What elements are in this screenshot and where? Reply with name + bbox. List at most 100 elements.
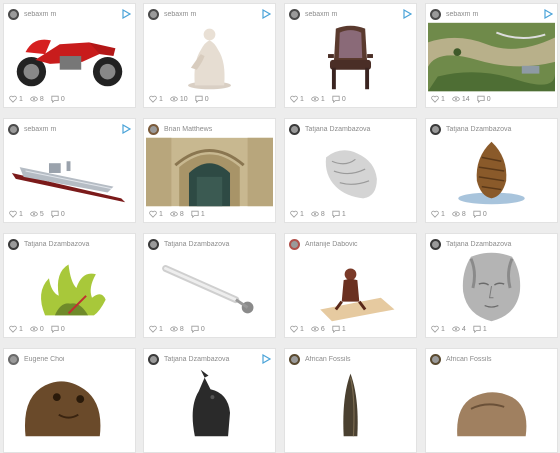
author-name[interactable]: African Fossils [305, 356, 402, 363]
comments-stat[interactable]: 1 [191, 210, 205, 218]
model-card[interactable]: Tatjana Dzambazova 1 8 0 [143, 233, 276, 338]
model-thumbnail[interactable] [428, 137, 555, 207]
model-thumbnail[interactable] [287, 252, 414, 322]
model-thumbnail[interactable] [6, 137, 133, 207]
author-name[interactable]: sebaxm m [24, 11, 121, 18]
likes-stat[interactable]: 1 [149, 325, 163, 333]
author-name[interactable]: Tatjana Dzambazova [305, 126, 402, 133]
author-name[interactable]: Tatjana Dzambazova [446, 126, 543, 133]
likes-stat[interactable]: 1 [290, 95, 304, 103]
model-card[interactable]: sebaxm m 1 10 0 [143, 3, 276, 108]
avatar[interactable] [148, 8, 159, 20]
likes-stat[interactable]: 1 [290, 325, 304, 333]
avatar[interactable] [430, 123, 441, 135]
author-name[interactable]: Eugene Choi [24, 356, 121, 363]
author-name[interactable]: sebaxm m [164, 11, 261, 18]
model-thumbnail[interactable] [146, 137, 273, 207]
author-name[interactable]: Antanije Dabovic [305, 241, 402, 248]
avatar[interactable] [289, 353, 300, 365]
likes-stat[interactable]: 1 [149, 95, 163, 103]
avatar[interactable] [430, 238, 441, 250]
model-thumbnail[interactable] [6, 367, 133, 437]
comments-stat[interactable]: 0 [51, 210, 65, 218]
play-icon[interactable] [261, 9, 271, 19]
model-thumbnail[interactable] [287, 367, 414, 437]
views-stat: 10 [170, 95, 188, 103]
model-thumbnail[interactable] [287, 22, 414, 92]
model-thumbnail[interactable] [6, 22, 133, 92]
model-card[interactable]: sebaxm m 1 8 0 [3, 3, 136, 108]
model-card[interactable]: African Fossils [284, 348, 417, 453]
comments-stat[interactable]: 0 [191, 325, 205, 333]
comments-stat[interactable]: 0 [473, 210, 487, 218]
comments-stat[interactable]: 1 [332, 325, 346, 333]
avatar[interactable] [148, 353, 159, 365]
model-thumbnail[interactable] [428, 367, 555, 437]
model-thumbnail[interactable] [6, 252, 133, 322]
likes-stat[interactable]: 1 [9, 95, 23, 103]
play-icon[interactable] [121, 9, 131, 19]
avatar[interactable] [8, 123, 19, 135]
author-name[interactable]: Tatjana Dzambazova [446, 241, 543, 248]
avatar[interactable] [430, 8, 441, 20]
model-card[interactable]: Eugene Choi [3, 348, 136, 453]
author-name[interactable]: Tatjana Dzambazova [164, 241, 261, 248]
author-name[interactable]: Tatjana Dzambazova [164, 356, 261, 363]
author-name[interactable]: African Fossils [446, 356, 543, 363]
play-icon[interactable] [261, 354, 271, 364]
model-card[interactable]: African Fossils [425, 348, 558, 453]
author-name[interactable]: Brian Matthews [164, 126, 261, 133]
comments-stat[interactable]: 1 [473, 325, 487, 333]
model-thumbnail[interactable] [146, 367, 273, 437]
likes-stat[interactable]: 1 [149, 210, 163, 218]
likes-stat[interactable]: 1 [431, 325, 445, 333]
likes-stat[interactable]: 1 [431, 210, 445, 218]
model-card[interactable]: Tatjana Dzambazova 1 4 1 [425, 233, 558, 338]
avatar[interactable] [8, 8, 19, 20]
author-name[interactable]: Tatjana Dzambazova [24, 241, 121, 248]
comments-stat[interactable]: 0 [51, 95, 65, 103]
model-thumbnail[interactable] [428, 22, 555, 92]
model-thumbnail[interactable] [146, 252, 273, 322]
avatar[interactable] [148, 123, 159, 135]
model-card[interactable]: sebaxm m 1 14 0 [425, 3, 558, 108]
model-card[interactable]: Tatjana Dzambazova 1 8 0 [425, 118, 558, 223]
model-card[interactable]: Tatjana Dzambazova 1 8 1 [284, 118, 417, 223]
model-card[interactable]: sebaxm m 1 1 0 [284, 3, 417, 108]
author-name[interactable]: sebaxm m [446, 11, 543, 18]
likes-count: 1 [19, 210, 23, 218]
play-icon[interactable] [402, 9, 412, 19]
comments-stat[interactable]: 0 [332, 95, 346, 103]
card-stats: 1 5 0 [9, 209, 72, 219]
model-thumbnail[interactable] [146, 22, 273, 92]
likes-stat[interactable]: 1 [290, 210, 304, 218]
avatar[interactable] [289, 238, 300, 250]
card-header: sebaxm m [8, 8, 131, 20]
avatar[interactable] [289, 123, 300, 135]
model-thumbnail[interactable] [428, 252, 555, 322]
comment-icon [332, 95, 340, 103]
likes-stat[interactable]: 1 [431, 95, 445, 103]
model-card[interactable]: Antanije Dabovic 1 6 1 [284, 233, 417, 338]
author-name[interactable]: sebaxm m [24, 126, 121, 133]
avatar[interactable] [289, 8, 300, 20]
likes-stat[interactable]: 1 [9, 325, 23, 333]
avatar[interactable] [430, 353, 441, 365]
comments-stat[interactable]: 0 [51, 325, 65, 333]
author-name[interactable]: sebaxm m [305, 11, 402, 18]
model-card[interactable]: Brian Matthews 1 8 1 [143, 118, 276, 223]
avatar[interactable] [8, 238, 19, 250]
avatar[interactable] [148, 238, 159, 250]
likes-stat[interactable]: 1 [9, 210, 23, 218]
comments-stat[interactable]: 0 [477, 95, 491, 103]
comments-stat[interactable]: 1 [332, 210, 346, 218]
comments-stat[interactable]: 0 [195, 95, 209, 103]
play-icon[interactable] [121, 124, 131, 134]
avatar[interactable] [8, 353, 19, 365]
play-icon[interactable] [543, 9, 553, 19]
model-card[interactable]: sebaxm m 1 5 0 [3, 118, 136, 223]
views-stat: 4 [452, 325, 466, 333]
model-card[interactable]: Tatjana Dzambazova 1 0 0 [3, 233, 136, 338]
model-thumbnail[interactable] [287, 137, 414, 207]
model-card[interactable]: Tatjana Dzambazova [143, 348, 276, 453]
